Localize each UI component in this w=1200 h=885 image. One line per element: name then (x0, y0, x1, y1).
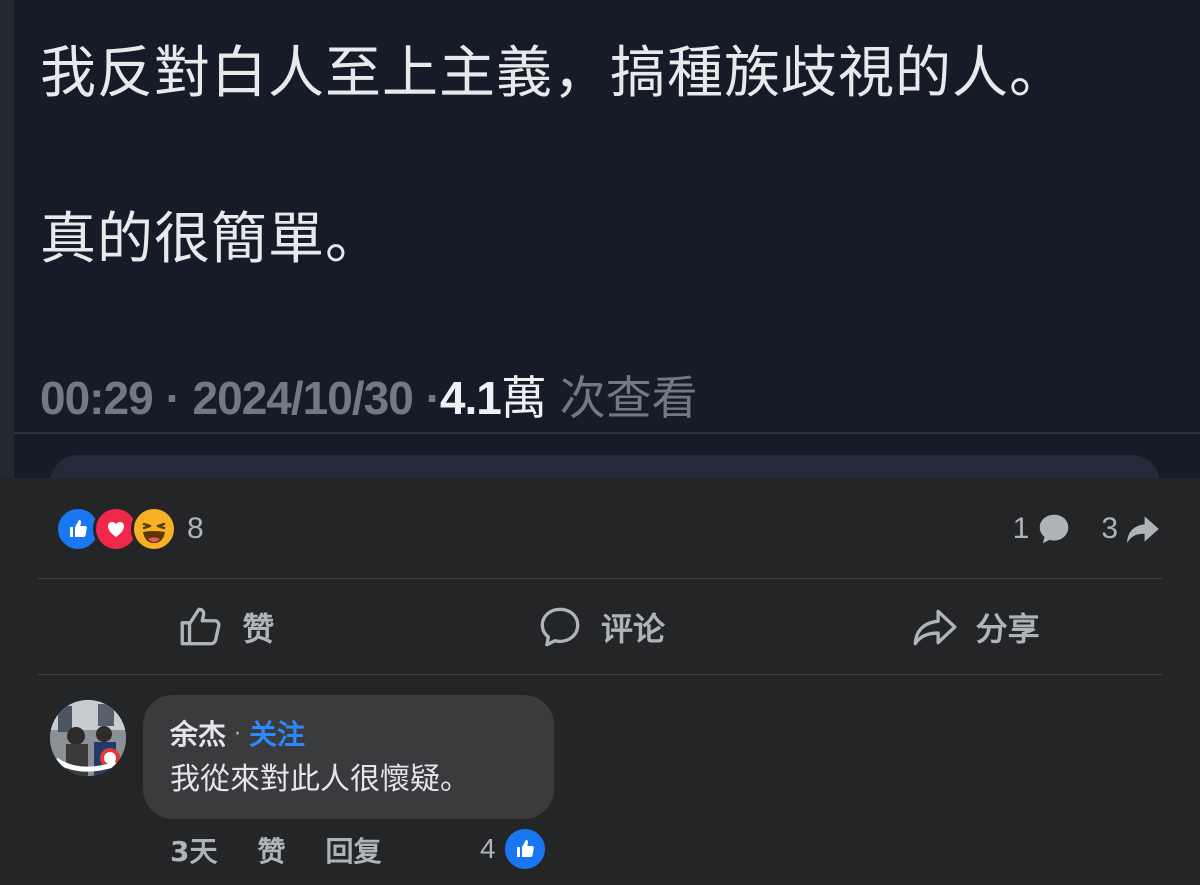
tweet-screenshot[interactable]: 我反對白人至上主義，搞種族歧視的人。 真的很簡單。 00:29 · 2024/1… (0, 0, 1200, 478)
thumbs-up-outline-icon (180, 607, 221, 646)
comment-header: 余杰 · 关注 (170, 717, 527, 753)
tweet-divider (14, 432, 1200, 434)
tweet-left-edge (0, 0, 14, 478)
tweet-meta-separator: · (425, 372, 441, 424)
comment-count: 1 (1012, 512, 1030, 545)
reaction-count: 8 (187, 512, 204, 545)
comment-timestamp[interactable]: 3天 (170, 830, 217, 870)
tweet-meta-separator: · (165, 372, 180, 424)
share-arrow-icon (1127, 516, 1159, 544)
tweet-text-line-1: 我反對白人至上主義，搞種族歧視的人。 (40, 41, 1066, 106)
comment-button-label: 评论 (601, 610, 666, 648)
share-button-label: 分享 (975, 610, 1040, 648)
comment-bubble: 余杰 · 关注 我從來對此人很懷疑。 (143, 695, 554, 819)
stats-divider (38, 578, 1162, 579)
facebook-post-view: 我反對白人至上主義，搞種族歧視的人。 真的很簡單。 00:29 · 2024/1… (0, 0, 1200, 885)
share-outline-icon (913, 609, 957, 646)
comment-author[interactable]: 余杰 (170, 717, 226, 753)
comment-outline-icon (540, 607, 580, 647)
haha-icon (131, 506, 177, 552)
follow-link[interactable]: 关注 (249, 717, 305, 753)
share-count-stat[interactable]: 3 (1101, 510, 1162, 548)
like-icon (501, 826, 548, 872)
comment-text: 我從來對此人很懷疑。 (170, 762, 470, 797)
comment-like-button[interactable]: 赞 (257, 830, 285, 870)
comment-bubble-icon (1040, 514, 1069, 544)
reaction-summary[interactable]: 8 (55, 505, 204, 553)
tweet-views-unit: 萬 (500, 372, 547, 424)
tweet-views-number: 4.1 (439, 372, 502, 424)
tweet-metadata: 00:29 · 2024/10/30 ·4.1萬 次查看 (40, 366, 698, 430)
tweet-time: 00:29 (40, 372, 154, 424)
post-stats: 1 3 (1013, 505, 1162, 553)
tweet-text-line-2: 真的很簡單。 (40, 207, 382, 272)
share-count: 3 (1101, 512, 1118, 545)
commenter-avatar[interactable] (50, 700, 126, 776)
comment-reaction-summary[interactable]: 4 (480, 826, 548, 872)
comment-like-count: 4 (480, 833, 496, 864)
tweet-date: 2024/10/30 (192, 372, 414, 424)
avatar-photo (50, 700, 126, 776)
comment-count-stat[interactable]: 1 (1013, 510, 1074, 548)
actions-divider (38, 674, 1162, 675)
comment-actions: 3天 赞 回复 (170, 828, 382, 872)
comment-button[interactable]: 评论 (413, 580, 788, 674)
share-button[interactable]: 分享 (787, 580, 1162, 674)
header-dot: · (234, 722, 242, 747)
tweet-views-label: 次查看 (546, 372, 698, 424)
comment-reply-button[interactable]: 回复 (326, 830, 382, 870)
like-button[interactable]: 赞 (38, 580, 413, 674)
post-action-bar: 赞 评论 分享 (38, 580, 1162, 674)
tweet-quoted-card-edge (50, 455, 1160, 478)
like-button-label: 赞 (242, 610, 275, 648)
